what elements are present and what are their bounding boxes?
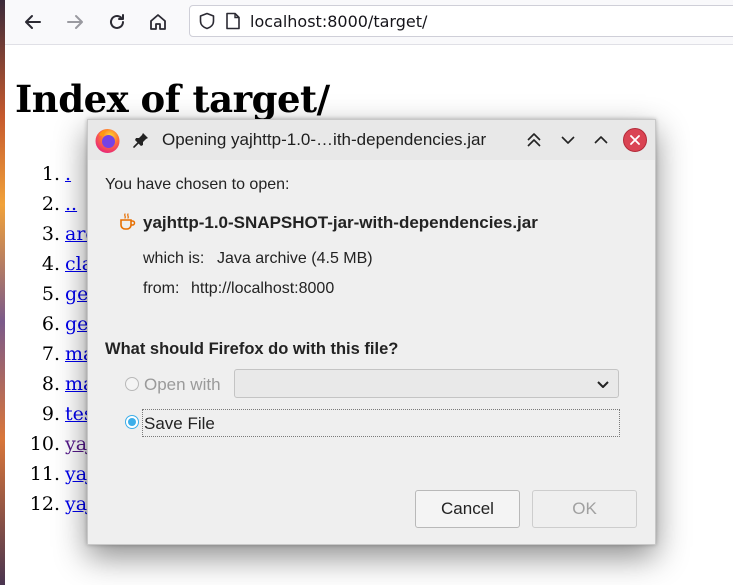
list-number: 2. [41,193,60,215]
chosen-label: You have chosen to open: [105,176,290,193]
file-link[interactable]: .. [65,193,77,215]
forward-button[interactable] [61,8,89,36]
download-dialog: Opening yajhttp-1.0-…ith-dependencies.ja… [87,119,656,545]
open-with-select[interactable] [234,369,619,398]
list-item: 4. cla [5,249,96,279]
url-text: localhost:8000/target/ [250,12,428,31]
which-is-label: which is: [143,250,205,267]
open-with-radio[interactable] [125,377,139,391]
page-icon [226,12,240,30]
file-list: 1.. 2... 3. arc 4. cla 5. ge 6. ge 7. ma 8. ma… [5,159,96,519]
browser-toolbar: localhost:8000/target/ [5,0,733,45]
list-item: 7. ma [5,339,96,369]
back-button[interactable] [19,8,47,36]
minimize-button[interactable] [555,127,581,153]
list-item: 1.. [5,159,96,189]
chevron-down-icon [561,136,575,144]
from-value: http://localhost:8000 [191,280,335,297]
ok-button[interactable]: OK [532,490,637,528]
list-number: 9. [41,403,60,425]
list-item: 8. ma [5,369,96,399]
from-label: from: [143,280,180,297]
action-question: What should Firefox do with this file? [105,340,399,358]
list-number: 4. [41,253,60,275]
close-icon [630,135,640,145]
save-file-radio[interactable] [125,415,139,429]
home-icon [150,14,166,30]
list-item: 12. yaj [5,489,96,519]
cancel-button[interactable]: Cancel [415,490,520,528]
open-with-label: Open with [144,375,221,394]
java-archive-icon [120,213,136,230]
list-item: 11. yaj [5,459,96,489]
file-link[interactable]: ge [65,313,88,335]
list-item: 3. arc [5,219,96,249]
dialog-title: Opening yajhttp-1.0-…ith-dependencies.ja… [162,130,487,149]
list-number: 1. [41,163,60,185]
file-link[interactable]: ge [65,283,88,305]
list-number: 3. [41,223,60,245]
forward-arrow-icon [67,15,83,29]
home-button[interactable] [144,8,172,36]
list-number: 5. [41,283,60,305]
list-item: 6. ge [5,309,96,339]
list-item: 9. tes [5,399,96,429]
save-file-label: Save File [144,414,215,433]
list-item: 2... [5,189,96,219]
list-number: 12. [29,493,60,515]
reload-icon [110,14,124,29]
double-chevron-up-icon [527,133,541,147]
reload-button[interactable] [103,8,131,36]
pin-icon[interactable] [132,131,150,149]
list-number: 6. [41,313,60,335]
maximize-button[interactable] [588,127,614,153]
firefox-logo-icon [95,129,120,153]
chevron-up-icon [594,136,608,144]
shield-icon [199,12,215,30]
list-item: 5. ge [5,279,96,309]
keep-above-button[interactable] [521,127,547,153]
list-item: 10. yaj [5,429,96,459]
url-bar[interactable]: localhost:8000/target/ [189,5,733,37]
file-link[interactable]: . [65,163,71,185]
chevron-down-icon [597,381,609,388]
page-title: Index of target/ [15,77,330,121]
list-number: 11. [29,463,60,485]
list-number: 7. [41,343,60,365]
back-arrow-icon [25,15,41,29]
list-number: 10. [29,433,60,455]
close-button[interactable] [623,128,647,152]
which-is-value: Java archive (4.5 MB) [217,250,373,267]
file-name: yajhttp-1.0-SNAPSHOT-jar-with-dependenci… [143,213,538,232]
dialog-titlebar[interactable]: Opening yajhttp-1.0-…ith-dependencies.ja… [88,120,655,160]
list-number: 8. [41,373,60,395]
